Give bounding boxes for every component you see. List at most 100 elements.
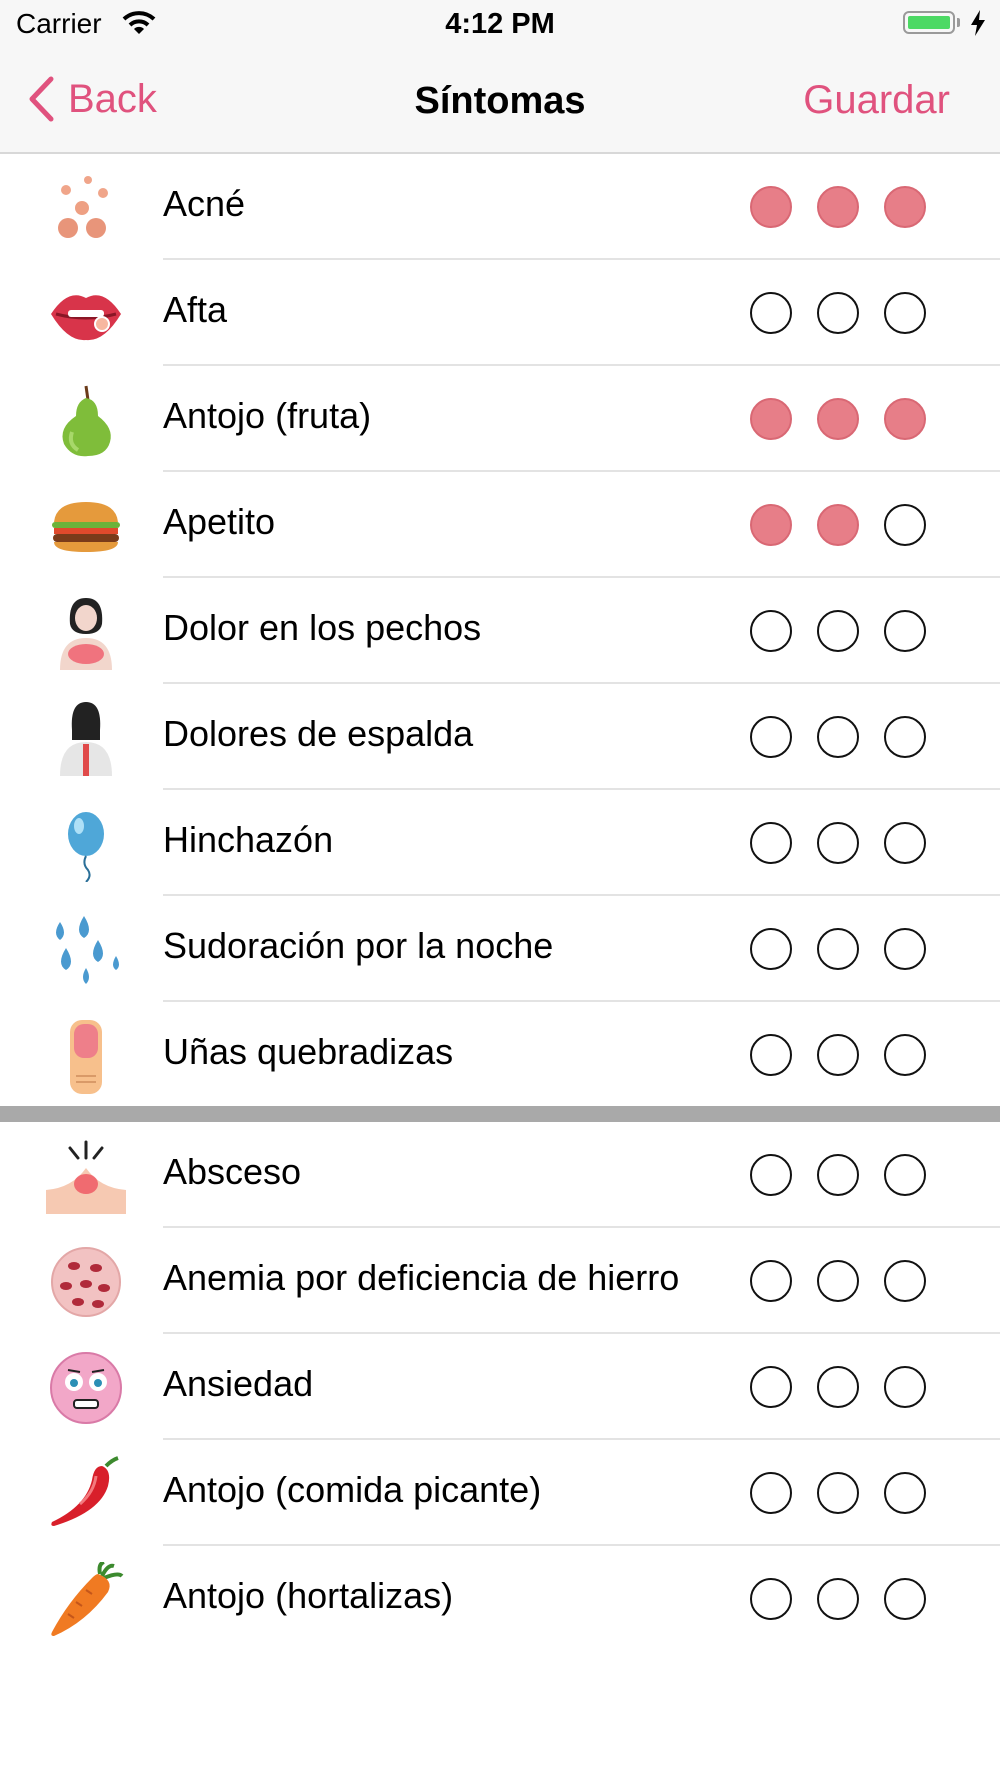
- status-bar: Carrier 4:12 PM: [0, 0, 1000, 50]
- severity-dot-3[interactable]: [884, 504, 926, 546]
- sweat-drops-icon: [46, 912, 126, 988]
- symptom-label: Absceso: [163, 1151, 302, 1192]
- severity-dot-1[interactable]: [750, 1472, 792, 1514]
- severity-selector: [750, 504, 951, 546]
- symptom-row: Antojo (comida picante): [0, 1440, 1000, 1546]
- severity-dot-1[interactable]: [750, 1366, 792, 1408]
- severity-selector: [750, 928, 951, 970]
- severity-dot-3[interactable]: [884, 1154, 926, 1196]
- battery-icon: [903, 11, 955, 34]
- symptom-section-1: Acné Afta Antojo (fruta) Apetito Dolor en lo…: [0, 154, 1000, 1108]
- severity-dot-2[interactable]: [817, 504, 859, 546]
- severity-dot-1[interactable]: [750, 610, 792, 652]
- severity-dot-2[interactable]: [817, 610, 859, 652]
- pear-icon: [46, 382, 126, 458]
- severity-dot-3[interactable]: [884, 1578, 926, 1620]
- symptom-row: Acné: [0, 154, 1000, 260]
- severity-selector: [750, 186, 951, 228]
- clock: 4:12 PM: [445, 8, 555, 40]
- severity-dot-1[interactable]: [750, 504, 792, 546]
- symptom-label: Dolores de espalda: [163, 713, 474, 754]
- symptom-row: Antojo (fruta): [0, 366, 1000, 472]
- severity-dot-1[interactable]: [750, 1034, 792, 1076]
- severity-selector: [750, 1366, 951, 1408]
- symptom-label: Apetito: [163, 501, 276, 542]
- severity-dot-1[interactable]: [750, 186, 792, 228]
- severity-selector: [750, 1472, 951, 1514]
- severity-dot-2[interactable]: [817, 1472, 859, 1514]
- symptom-label: Antojo (hortalizas): [163, 1575, 454, 1616]
- severity-selector: [750, 1578, 951, 1620]
- severity-dot-2[interactable]: [817, 1366, 859, 1408]
- symptom-row: Uñas quebradizas: [0, 1002, 1000, 1108]
- back-pain-icon: [46, 700, 126, 776]
- symptom-label: Antojo (comida picante): [163, 1469, 542, 1510]
- severity-dot-1[interactable]: [750, 292, 792, 334]
- symptom-label: Dolor en los pechos: [163, 607, 482, 648]
- battery-tip: [957, 18, 960, 27]
- severity-dot-3[interactable]: [884, 292, 926, 334]
- lips-icon: [46, 276, 126, 352]
- severity-dot-3[interactable]: [884, 1366, 926, 1408]
- symptom-label: Anemia por deficiencia de hierro: [163, 1257, 680, 1298]
- severity-selector: [750, 610, 951, 652]
- severity-dot-2[interactable]: [817, 716, 859, 758]
- severity-dot-3[interactable]: [884, 610, 926, 652]
- symptom-row: Hinchazón: [0, 790, 1000, 896]
- severity-selector: [750, 822, 951, 864]
- severity-dot-3[interactable]: [884, 186, 926, 228]
- severity-dot-3[interactable]: [884, 1034, 926, 1076]
- severity-dot-2[interactable]: [817, 1154, 859, 1196]
- severity-dot-2[interactable]: [817, 1034, 859, 1076]
- severity-dot-2[interactable]: [817, 928, 859, 970]
- severity-dot-1[interactable]: [750, 1578, 792, 1620]
- navigation-bar: Back Síntomas Guardar: [0, 50, 1000, 154]
- severity-dot-2[interactable]: [817, 292, 859, 334]
- symptom-label: Ansiedad: [163, 1363, 314, 1404]
- severity-dot-1[interactable]: [750, 398, 792, 440]
- severity-selector: [750, 1154, 951, 1196]
- symptom-row: Sudoración por la noche: [0, 896, 1000, 1002]
- symptom-label: Sudoración por la noche: [163, 925, 554, 966]
- severity-dot-3[interactable]: [884, 928, 926, 970]
- symptom-label: Antojo (fruta): [163, 395, 372, 436]
- severity-dot-3[interactable]: [884, 716, 926, 758]
- severity-dot-3[interactable]: [884, 1260, 926, 1302]
- severity-dot-2[interactable]: [817, 398, 859, 440]
- symptom-row: Ansiedad: [0, 1334, 1000, 1440]
- symptom-row: Afta: [0, 260, 1000, 366]
- severity-selector: [750, 398, 951, 440]
- symptom-row: Dolores de espalda: [0, 684, 1000, 790]
- severity-dot-3[interactable]: [884, 822, 926, 864]
- severity-selector: [750, 1260, 951, 1302]
- symptom-row: Apetito: [0, 472, 1000, 578]
- balloon-icon: [46, 806, 126, 883]
- severity-selector: [750, 292, 951, 334]
- burger-icon: [46, 488, 126, 564]
- severity-dot-2[interactable]: [817, 1578, 859, 1620]
- severity-dot-1[interactable]: [750, 716, 792, 758]
- severity-dot-1[interactable]: [750, 822, 792, 864]
- symptom-section-2: Absceso Anemia por deficiencia de hierro A…: [0, 1122, 1000, 1652]
- symptom-label: Acné: [163, 183, 246, 224]
- severity-selector: [750, 716, 951, 758]
- severity-dot-2[interactable]: [817, 186, 859, 228]
- severity-dot-3[interactable]: [884, 398, 926, 440]
- nail-icon: [46, 1018, 126, 1094]
- severity-dot-2[interactable]: [817, 1260, 859, 1302]
- symptom-row: Anemia por deficiencia de hierro: [0, 1228, 1000, 1334]
- severity-dot-2[interactable]: [817, 822, 859, 864]
- symptom-row: Antojo (hortalizas): [0, 1546, 1000, 1652]
- severity-selector: [750, 1034, 951, 1076]
- symptom-row: Absceso: [0, 1122, 1000, 1228]
- symptom-list: Acné Afta Antojo (fruta) Apetito Dolor en lo…: [0, 154, 1000, 1652]
- severity-dot-1[interactable]: [750, 1260, 792, 1302]
- carrot-icon: [46, 1560, 126, 1638]
- severity-dot-1[interactable]: [750, 928, 792, 970]
- save-button[interactable]: Guardar: [803, 78, 950, 123]
- severity-dot-3[interactable]: [884, 1472, 926, 1514]
- breast-pain-icon: [46, 594, 126, 670]
- blood-cell-icon: [46, 1244, 126, 1320]
- symptom-label: Hinchazón: [163, 819, 334, 860]
- severity-dot-1[interactable]: [750, 1154, 792, 1196]
